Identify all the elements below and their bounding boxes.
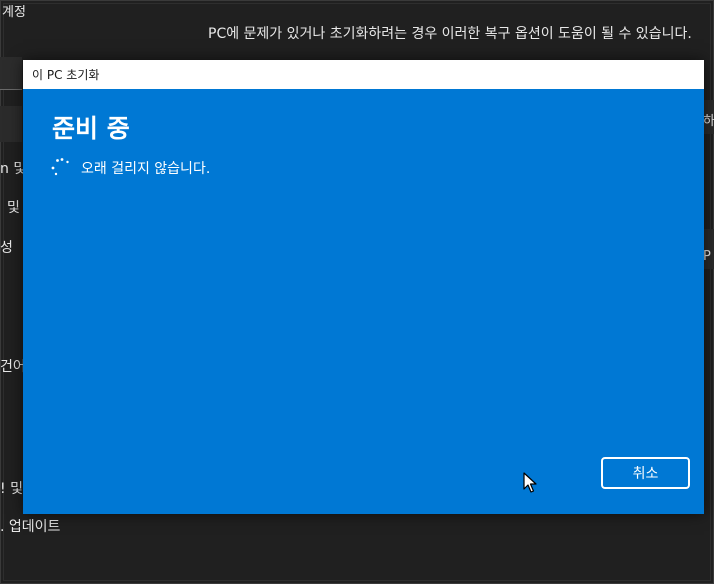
sidebar-item-label[interactable]: 및 — [7, 197, 20, 217]
sidebar-item-label[interactable]: ! 및 — [0, 478, 23, 498]
dialog-title: 이 PC 초기화 — [32, 68, 100, 82]
mouse-cursor-icon — [523, 472, 537, 493]
cancel-button[interactable]: 취소 — [601, 457, 690, 489]
recovery-description: PC에 문제가 있거나 초기화하려는 경우 이러한 복구 옵션이 도움이 될 수… — [208, 26, 692, 42]
settings-page-title: 계정 — [2, 5, 26, 20]
status-text: 오래 걸리지 않습니다. — [81, 161, 211, 177]
background-partial-text: P — [703, 249, 711, 264]
loading-spinner-icon — [51, 158, 69, 176]
search-box-background[interactable] — [0, 57, 22, 90]
dialog-titlebar[interactable]: 이 PC 초기화 — [23, 60, 704, 89]
reset-pc-dialog: 이 PC 초기화 준비 중 오래 걸리지 않습니다. 취소 — [23, 60, 704, 514]
sidebar-item-label[interactable]: 건어 — [0, 356, 26, 376]
sidebar-item-windows-update[interactable]: . 업데이트 — [0, 516, 60, 536]
dialog-heading: 준비 중 — [52, 114, 130, 143]
sidebar-item-selected[interactable] — [0, 106, 22, 142]
background-partial-text: 하 — [703, 114, 714, 129]
sidebar-item-label[interactable]: 성 — [0, 237, 13, 257]
